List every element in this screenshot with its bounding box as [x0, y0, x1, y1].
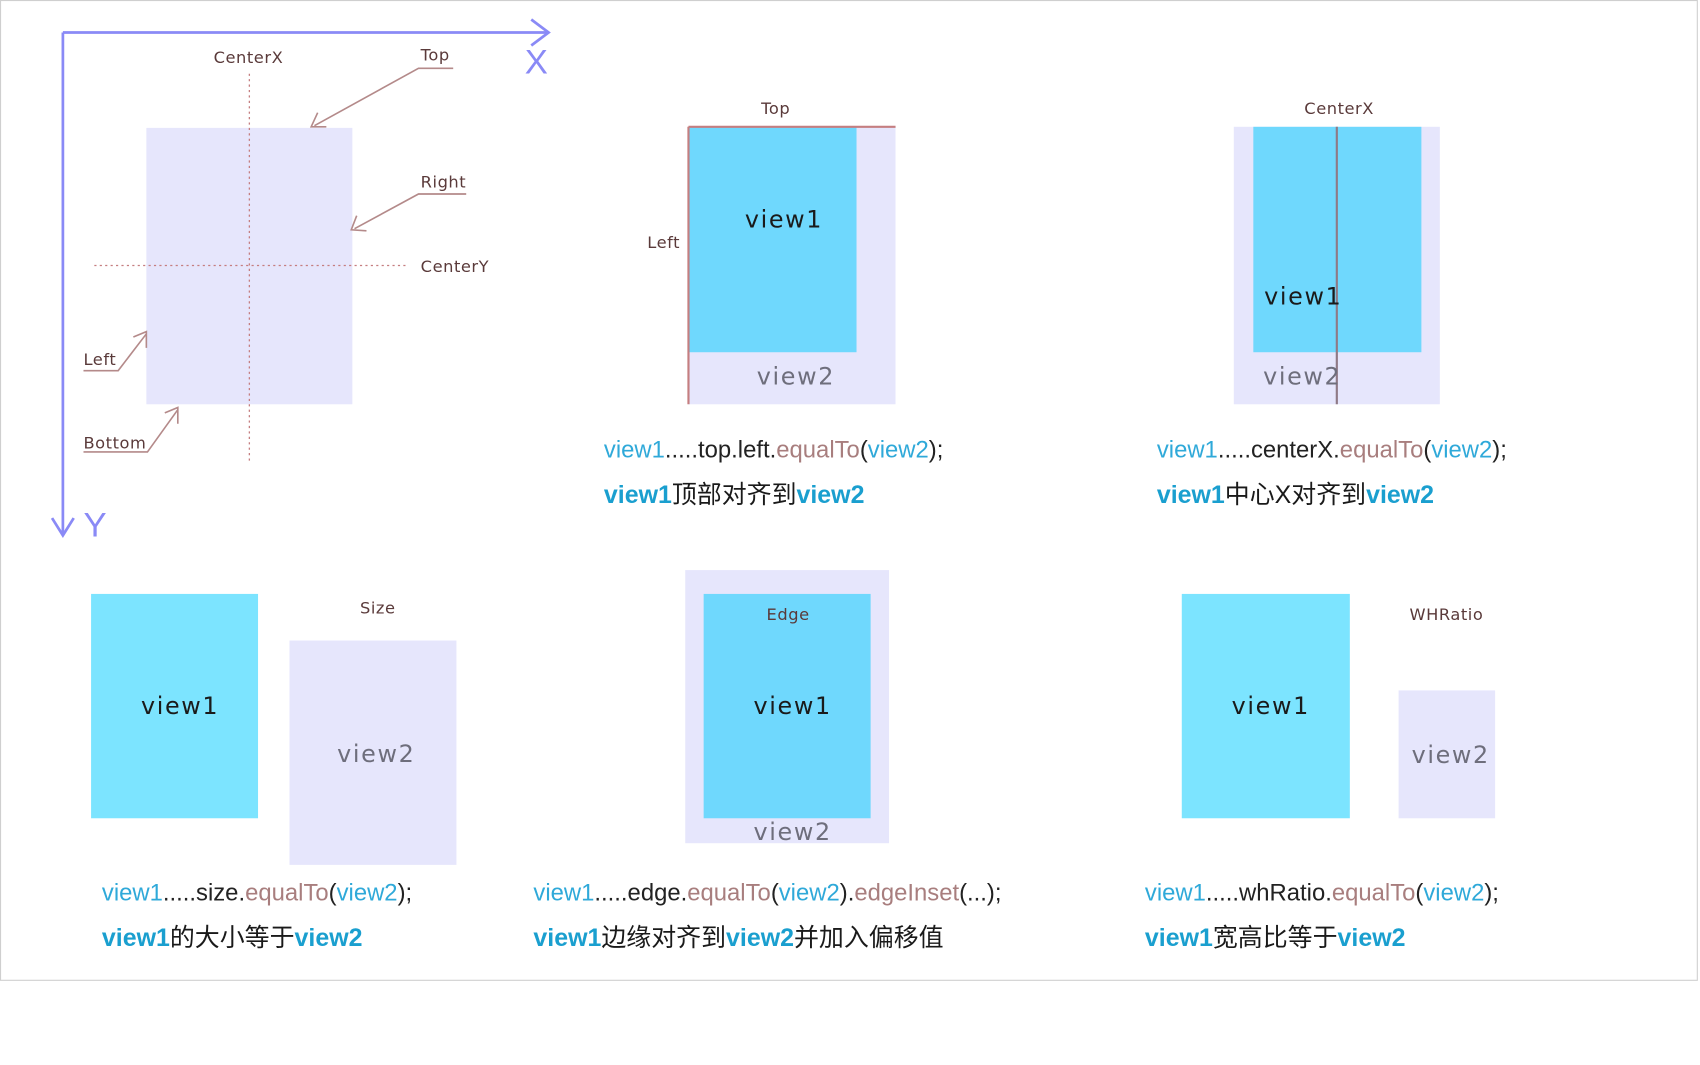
whratio-panel-title: WHRatio: [1409, 604, 1484, 625]
edge-panel-title: Edge: [766, 604, 810, 625]
size-caption-code: view1.....size.equalTo(view2);: [101, 878, 413, 907]
centerx-caption-desc: view1中心X对齐到view2: [1156, 480, 1435, 509]
size-panel-view1-label: view1: [140, 693, 220, 721]
edge-panel-view2-label: view2: [753, 819, 832, 847]
edge-caption-code: view1.....edge.equalTo(view2).edgeInset(…: [533, 878, 1002, 907]
centerx-panel-view1-label: view1: [1264, 283, 1343, 312]
stage: X Y CenterX Top Right CenterY Left Botto…: [0, 0, 1700, 1065]
whratio-caption-code: view1.....whRatio.equalTo(view2);: [1144, 878, 1499, 907]
centerx-panel-view2-label: view2: [1263, 364, 1342, 392]
size-panel-title: Size: [359, 598, 396, 618]
edge-caption-desc: view1边缘对齐到view2并加入偏移值: [533, 923, 944, 952]
edge-panel-view1-label: view1: [753, 693, 832, 721]
size-caption-desc: view1的大小等于view2: [101, 923, 363, 952]
whratio-panel-view2-label: view2: [1411, 742, 1490, 770]
centerx-caption-code: view1.....centerX.equalTo(view2);: [1156, 435, 1507, 463]
whratio-panel-view1-label: view1: [1231, 693, 1310, 721]
centerx-panel-title: CenterX: [1304, 98, 1374, 119]
whratio-caption-desc: view1宽高比等于view2: [1144, 923, 1406, 952]
size-panel-view2-label: view2: [337, 741, 416, 769]
